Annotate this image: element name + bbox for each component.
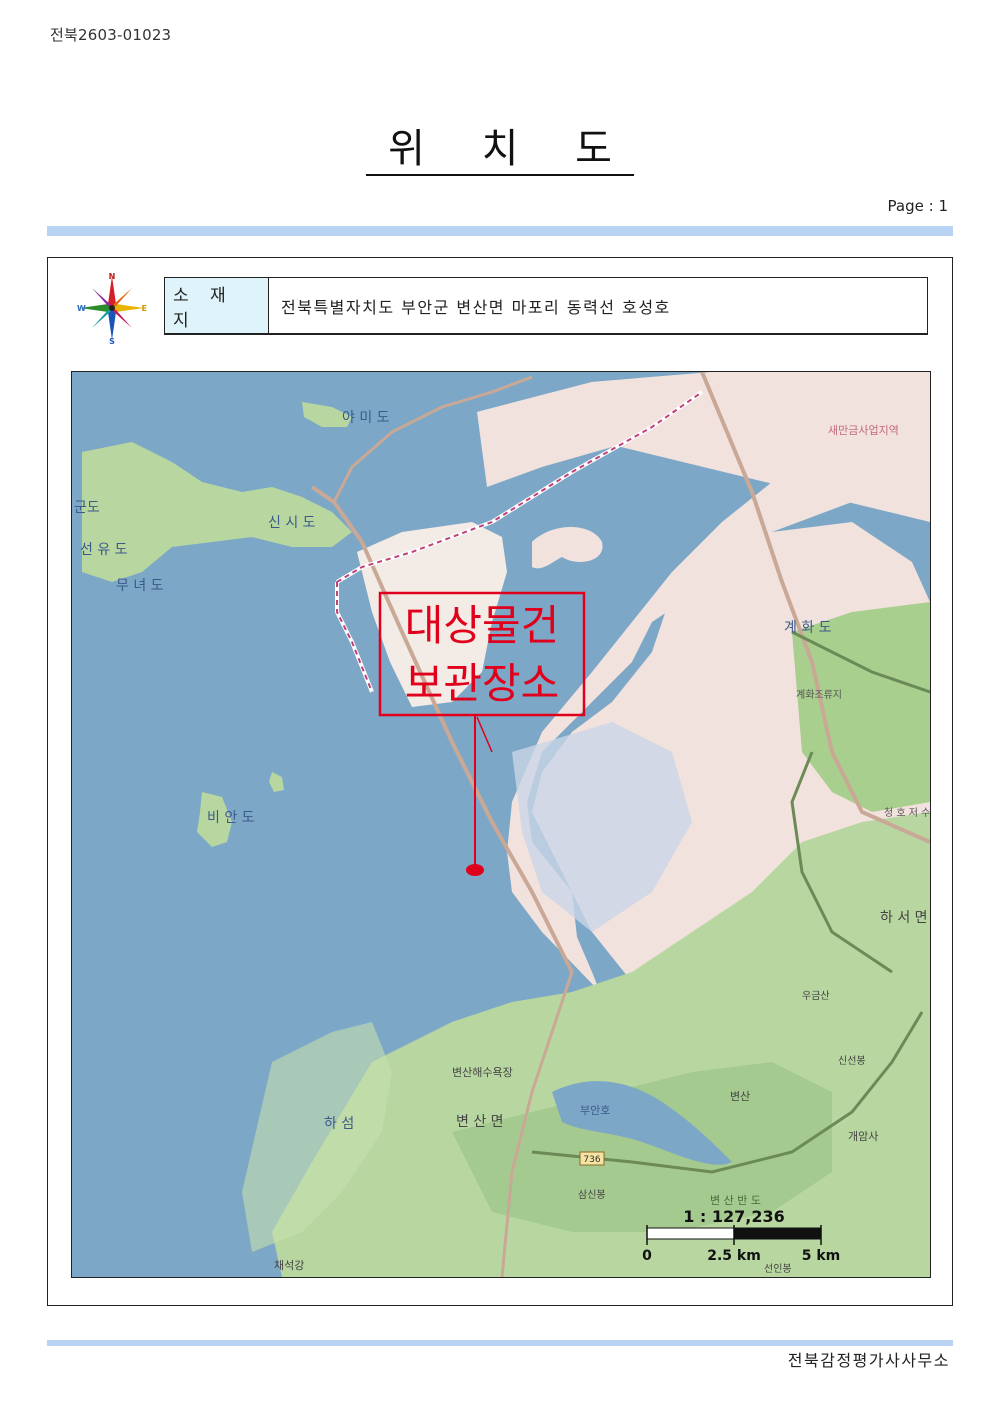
scale-bar-black	[733, 1227, 822, 1240]
compass-e: E	[142, 304, 147, 313]
page-title-text: 위 치 도	[366, 126, 634, 176]
location-marker	[466, 864, 484, 876]
label-byeonsan-myeon: 변 산 면	[456, 1114, 504, 1130]
compass-w: W	[77, 304, 86, 313]
document-id: 전북2603-01023	[50, 26, 172, 44]
footer-office: 전북감정평가사사무소	[787, 1351, 950, 1370]
label-gyehwa-reservoir: 계화조류지	[796, 689, 842, 701]
label-gaeamsa: 개암사	[848, 1130, 878, 1143]
address-label: 소 재 지	[165, 278, 269, 333]
compass-icon: N S W E	[74, 270, 150, 346]
scale-ratio: 1 : 127,236	[683, 1207, 785, 1226]
callout-line1: 대상물건	[405, 601, 560, 650]
footer-divider	[47, 1340, 953, 1346]
label-gundo: 군도	[74, 500, 100, 516]
page-title: 위 치 도	[0, 126, 1000, 176]
compass-n: N	[109, 272, 116, 281]
label-gyehwado: 계 화 도	[784, 620, 832, 636]
label-sinsido: 신 시 도	[268, 515, 316, 531]
page-number: Page : 1	[887, 197, 948, 215]
label-yongjo: 신선봉	[838, 1055, 866, 1067]
route-number: 736	[583, 1155, 600, 1165]
label-sansin: 삼신봉	[578, 1189, 606, 1201]
label-chaeseokgang: 채석강	[274, 1259, 304, 1272]
label-haseo: 하 서 면	[880, 910, 928, 926]
label-munyeodo: 무 녀 도	[116, 578, 164, 594]
location-map[interactable]: 야 미 도 신 시 도 군도 선 유 도 무 녀 도 비 안 도 계 화 도 계…	[71, 371, 931, 1278]
label-hasom: 하 섬	[324, 1116, 354, 1132]
label-ujaksan: 우금산	[802, 990, 830, 1002]
scale-label-2: 5 km	[802, 1248, 841, 1264]
label-byeonsan-mt: 변산	[730, 1090, 750, 1103]
label-byeonsan-beach: 변산해수욕장	[452, 1065, 513, 1079]
address-value: 전북특별자치도 부안군 변산면 마포리 동력선 호성호	[281, 297, 671, 317]
scale-label-0: 0	[642, 1248, 652, 1264]
label-yamido: 야 미 도	[342, 410, 390, 426]
label-saemangeum: 새만금사업지역	[828, 424, 899, 437]
address-row: 소 재 지 전북특별자치도 부안군 변산면 마포리 동력선 호성호	[164, 277, 928, 335]
label-buanho: 부안호	[580, 1104, 610, 1117]
label-cheongho-reservoir: 청 호 저 수	[884, 807, 930, 819]
scale-bar-white	[646, 1227, 735, 1240]
scale-label-1: 2.5 km	[707, 1248, 761, 1264]
callout-line2: 보관장소	[405, 659, 560, 708]
label-seonyudo: 선 유 도	[80, 542, 128, 558]
label-seowon: 선인봉	[764, 1263, 792, 1275]
header-divider	[47, 226, 953, 236]
label-biando: 비 안 도	[207, 810, 255, 826]
compass-s: S	[109, 337, 115, 346]
label-byeonsan-peninsula: 변 산 반 도	[710, 1194, 761, 1207]
